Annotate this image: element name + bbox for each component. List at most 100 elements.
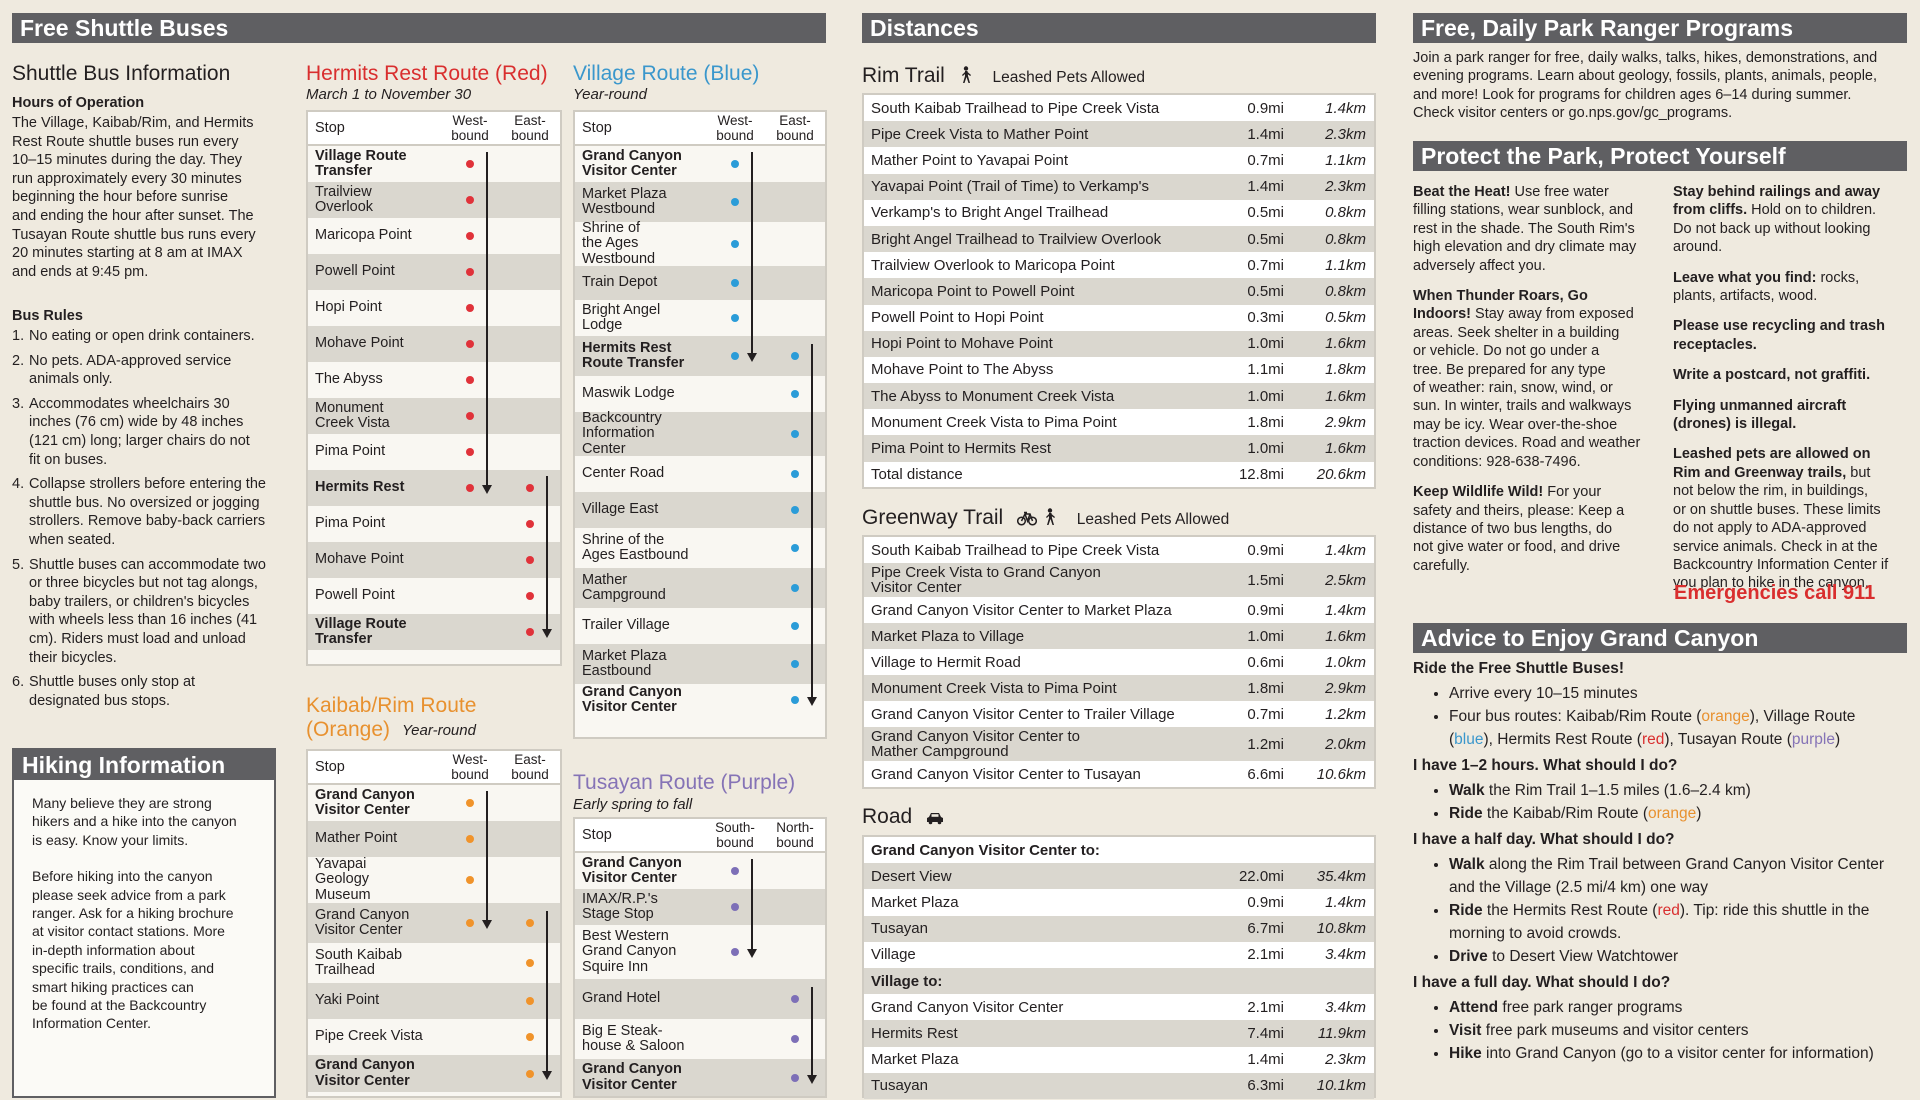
stop-name: Market Plaza Eastbound bbox=[582, 647, 667, 679]
kilometers: 2.3km bbox=[1325, 125, 1366, 143]
protect-line: distance of two bus lengths, do bbox=[1413, 520, 1613, 537]
stop-dot bbox=[731, 160, 739, 168]
miles: 0.3mi bbox=[1247, 309, 1284, 327]
hiking-line: is easy. Know your limits. bbox=[32, 831, 189, 848]
stop-name: Market Plaza Westbound bbox=[582, 185, 667, 217]
miles: 0.5mi bbox=[1247, 282, 1284, 300]
distance-row: Monument Creek Vista to Pima Point 1.8mi 2… bbox=[864, 409, 1374, 435]
stop-dot bbox=[466, 484, 474, 492]
dir-2-cell bbox=[765, 995, 825, 1003]
stop-name: Mohave Point bbox=[315, 551, 404, 568]
miles: 0.6mi bbox=[1247, 653, 1284, 671]
distance-row: Pipe Creek Vista to Mather Point 1.4mi 2.3… bbox=[864, 121, 1374, 148]
purple-route-subtitle: Early spring to fall bbox=[573, 796, 693, 813]
bus-rule: 4. Collapse strollers before entering the… bbox=[12, 475, 287, 549]
distance-row: Trailview Overlook to Maricopa Point 0.7m… bbox=[864, 252, 1374, 278]
purple-route-title: Tusayan Route (Purple) bbox=[573, 771, 796, 794]
route-rows: Grand Canyon Visitor Center Market Plaza We… bbox=[575, 146, 825, 716]
stop-name: Trailview Overlook bbox=[315, 183, 374, 215]
hiking-line: be found at the Backcountry bbox=[32, 997, 207, 1014]
hiking-paragraph: Before hiking into the canyon please seek… bbox=[32, 867, 264, 1033]
stop-name: Powell Point bbox=[315, 263, 395, 280]
hiking-line: hikers and a hike into the canyon bbox=[32, 813, 237, 830]
protect-line: For your bbox=[1543, 484, 1602, 501]
route-stop-row: Market Plaza Eastbound bbox=[575, 644, 825, 684]
segment-name: Hopi Point to Mohave Point bbox=[871, 335, 1053, 353]
rule-line: Accommodates wheelchairs 30 bbox=[29, 395, 230, 412]
stop-dot bbox=[791, 660, 799, 668]
kilometers: 10.1km bbox=[1316, 1077, 1366, 1095]
ranger-line: Join a park ranger for free, daily walks… bbox=[1413, 50, 1878, 66]
segment-name: Village to Hermit Road bbox=[871, 653, 1021, 671]
stop-dot bbox=[526, 556, 534, 564]
advice-item: Walk along the Rim Trail between Grand C… bbox=[1449, 853, 1913, 899]
col-dir-1: West-bound bbox=[451, 752, 489, 782]
kilometers: 2.3km bbox=[1325, 1051, 1366, 1069]
miles: 1.4mi bbox=[1247, 178, 1284, 196]
protect-item: When Thunder Roars, Go Indoors! Stay away… bbox=[1413, 287, 1663, 471]
protect-item-title: Flying unmanned aircraft (drones) is ille… bbox=[1673, 397, 1847, 433]
rim-trail-table: South Kaibab Trailhead to Pipe Creek Vis… bbox=[862, 93, 1376, 489]
stop-name: Shrine of the Ages Eastbound bbox=[582, 531, 689, 563]
stop-name: South Kaibab Trailhead bbox=[315, 946, 403, 978]
advice-item: Attend free park ranger programs bbox=[1449, 996, 1913, 1019]
stop-dot bbox=[466, 448, 474, 456]
protect-line: safety and theirs, please: Keep a bbox=[1413, 502, 1625, 519]
stop-name: Maricopa Point bbox=[315, 227, 412, 244]
col-stop: Stop bbox=[315, 120, 345, 136]
route-stop-row: Yavapai Geology Museum bbox=[308, 856, 560, 903]
route-stop-row: Grand Canyon Visitor Center bbox=[575, 684, 825, 716]
advice-list: Walk along the Rim Trail between Grand C… bbox=[1413, 853, 1913, 968]
rule-line: Shuttle buses only stop at bbox=[29, 674, 196, 691]
stop-name: Backcountry Information Center bbox=[582, 409, 662, 457]
stop-name: Monument Creek Vista bbox=[315, 399, 390, 431]
stop-dot bbox=[526, 997, 534, 1005]
kilometers: 2.0km bbox=[1325, 735, 1366, 753]
stop-dot bbox=[526, 959, 534, 967]
dir-2-cell bbox=[500, 556, 560, 564]
protect-line: may be icy. Wear over-the-shoe bbox=[1413, 416, 1618, 433]
protect-line: rest in the shade. The South Rim's bbox=[1413, 220, 1635, 237]
hiker-icon bbox=[1045, 508, 1055, 525]
rule-number: 3. bbox=[12, 395, 25, 412]
stop-name: Hermits Rest bbox=[315, 479, 405, 496]
miles: 7.4mi bbox=[1247, 1024, 1284, 1042]
rule-line: No eating or open drink containers. bbox=[29, 328, 255, 344]
distance-row: Powell Point to Hopi Point 0.3mi 0.5km bbox=[864, 305, 1374, 331]
segment-name: Pipe Creek Vista to Mather Point bbox=[871, 125, 1089, 143]
protect-line: Hold on to children. bbox=[1747, 202, 1877, 219]
hours-line: Tusayan Route shuttle bus runs every bbox=[12, 226, 256, 243]
stop-dot bbox=[466, 196, 474, 204]
dir-1-cell bbox=[440, 448, 500, 456]
direction-arrow bbox=[482, 152, 492, 494]
distance-row: Verkamp's to Bright Angel Trailhead 0.5mi… bbox=[864, 200, 1374, 226]
route-table-header: Stop West-bound East-bound bbox=[575, 112, 825, 146]
dir-2-cell bbox=[500, 959, 560, 967]
distance-row: Tusayan 6.3mi 10.1km bbox=[864, 1072, 1374, 1099]
hiking-line: Before hiking into the canyon bbox=[32, 868, 213, 885]
stop-dot bbox=[791, 995, 799, 1003]
rule-line: animals only. bbox=[29, 371, 113, 388]
distance-row: Village to: bbox=[864, 967, 1374, 995]
miles: 12.8mi bbox=[1238, 466, 1284, 484]
hours-line: 10–15 minutes during the day. They bbox=[12, 152, 243, 169]
dir-2-cell bbox=[765, 584, 825, 592]
route-rows: Grand Canyon Visitor Center IMAX/R.P.'s Sta… bbox=[575, 853, 825, 1096]
shuttle-header: Free Shuttle Buses bbox=[12, 13, 826, 43]
col-dir-2: North-bound bbox=[776, 820, 814, 850]
route-table-header: Stop West-bound East-bound bbox=[308, 751, 560, 785]
route-stop-row: Maricopa Point bbox=[308, 218, 560, 254]
stop-dot bbox=[466, 919, 474, 927]
rule-line: their bicycles. bbox=[29, 649, 117, 666]
protect-line: sun. In winter, trails and walkways bbox=[1413, 398, 1632, 415]
advice-item: Arrive every 10–15 minutes bbox=[1449, 682, 1913, 705]
protect-item-title: Leave what you find: bbox=[1673, 269, 1817, 286]
rule-line: (121 cm) long; larger chairs do not bbox=[29, 432, 250, 449]
stop-name: Yaki Point bbox=[315, 992, 380, 1009]
advice-item: Four bus routes: Kaibab/Rim Route (orang… bbox=[1449, 705, 1913, 751]
segment-name: Yavapai Point (Trail of Time) to Verkamp… bbox=[871, 178, 1149, 196]
rule-line: fit on buses. bbox=[29, 451, 108, 468]
distance-row: Grand Canyon Visitor Center 2.1mi 3.4km bbox=[864, 994, 1374, 1020]
distance-row: Desert View 22.0mi 35.4km bbox=[864, 863, 1374, 890]
segment-name: Grand Canyon Visitor Center to: bbox=[871, 841, 1100, 859]
